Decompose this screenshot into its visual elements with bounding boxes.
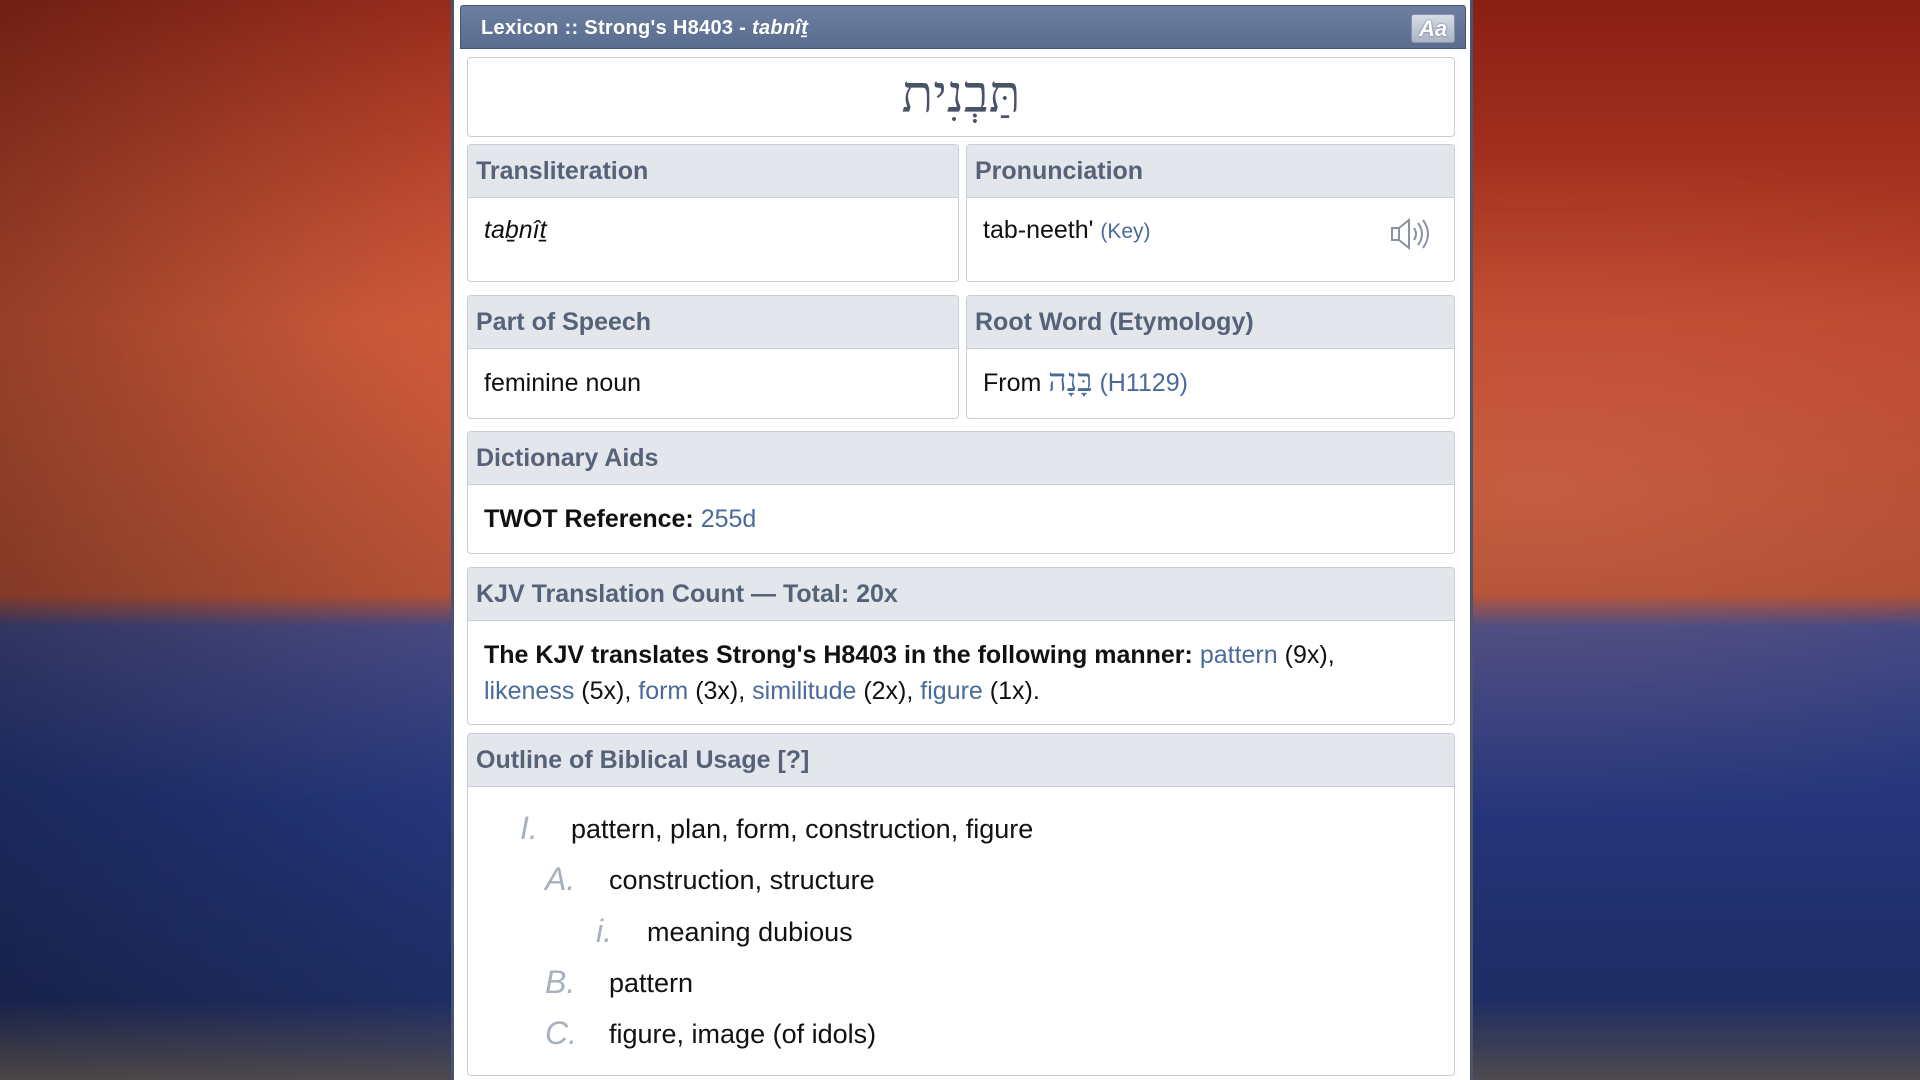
transliteration-box: Transliteration taḇnîṯ [467,144,959,282]
lexicon-titlebar: Lexicon :: Strong's H8403 - tabnîṯ Aa [460,5,1466,49]
kjv-item: likeness (5x), [484,677,631,705]
root-word-box: Root Word (Etymology) From בָּנָה (H1129… [966,295,1455,419]
kjv-lead: The KJV translates Strong's H8403 in the… [484,641,1193,669]
twot-value[interactable]: 255d [701,505,757,533]
outline-box: Outline of Biblical Usage [?] I. pattern… [467,733,1455,1076]
pronunciation-key-link[interactable]: (Key) [1100,220,1150,243]
kjv-separator: , [906,677,914,705]
part-of-speech-box: Part of Speech feminine noun [467,295,959,419]
part-of-speech-header: Part of Speech [468,296,958,349]
kjv-word-link[interactable]: form [638,677,688,705]
outline-text: pattern [609,968,694,998]
root-word-row: From בָּנָה (H1129) [967,349,1454,399]
outline-text: figure, image (of idols) [609,1019,877,1049]
kjv-word-link[interactable]: similitude [752,677,856,705]
kjv-item: form (3x), [638,677,745,705]
twot-row: TWOT Reference: 255d [468,485,1454,534]
outline-text: construction, structure [609,865,875,895]
kjv-text: The KJV translates Strong's H8403 in the… [468,621,1454,709]
title-prefix: Lexicon :: Strong's H8403 - [481,17,752,39]
kjv-separator: . [1032,677,1040,705]
kjv-word-count: (3x) [695,677,739,705]
root-word-prefix: From [983,369,1042,397]
kjv-word-link[interactable]: likeness [484,677,574,705]
part-of-speech-value: feminine noun [484,369,642,397]
outline-marker: I. [520,810,538,846]
root-word-hebrew[interactable]: בָּנָה [1048,361,1092,399]
outline-marker: B. [545,964,576,1000]
dictionary-aids-box: Dictionary Aids TWOT Reference: 255d [467,431,1455,554]
kjv-item: similitude (2x), [752,677,913,705]
pronunciation-header: Pronunciation [967,145,1454,198]
twot-label: TWOT Reference: [484,505,694,533]
lexicon-panel: Lexicon :: Strong's H8403 - tabnîṯ Aa תַ… [451,0,1473,1080]
root-word-ref[interactable]: (H1129) [1099,369,1187,397]
outline-marker: C. [545,1015,577,1051]
outline-marker: i. [596,913,612,949]
kjv-word-count: (5x) [581,677,625,705]
outline-text: meaning dubious [647,917,853,947]
kjv-separator: , [624,677,632,705]
transliteration-header: Transliteration [468,145,958,198]
outline-text: pattern, plan, form, construction, figur… [571,814,1034,844]
outline-marker: A. [545,861,576,897]
kjv-count-box: KJV Translation Count — Total: 20x The K… [467,567,1455,725]
hebrew-word: תַּבְנִית [901,65,1021,125]
kjv-word-count: (9x) [1284,641,1328,669]
hebrew-word-box: תַּבְנִית [467,57,1455,137]
speaker-icon[interactable] [1390,217,1436,251]
pronunciation-value: tab-neeth' [983,216,1094,244]
font-size-button[interactable]: Aa [1411,14,1455,43]
title-transliteration: tabnîṯ [752,17,809,39]
kjv-separator: , [738,677,746,705]
kjv-count-header: KJV Translation Count — Total: 20x [468,568,1454,621]
root-word-header: Root Word (Etymology) [967,296,1454,349]
background-shadow [0,0,452,1080]
kjv-word-count: (2x) [863,677,907,705]
outline-header[interactable]: Outline of Biblical Usage [?] [468,734,1454,787]
kjv-word-link[interactable]: pattern [1200,641,1278,669]
pronunciation-box: Pronunciation tab-neeth' (Key) [966,144,1455,282]
pronunciation-row: tab-neeth' (Key) [967,198,1454,245]
kjv-item: pattern (9x), [1200,641,1335,669]
kjv-word-link[interactable]: figure [920,677,983,705]
kjv-item: figure (1x). [920,677,1040,705]
kjv-separator: , [1327,641,1335,669]
kjv-word-count: (1x) [989,677,1033,705]
dictionary-aids-header: Dictionary Aids [468,432,1454,485]
transliteration-value: taḇnîṯ [484,216,547,244]
window-title: Lexicon :: Strong's H8403 - tabnîṯ [481,17,808,40]
